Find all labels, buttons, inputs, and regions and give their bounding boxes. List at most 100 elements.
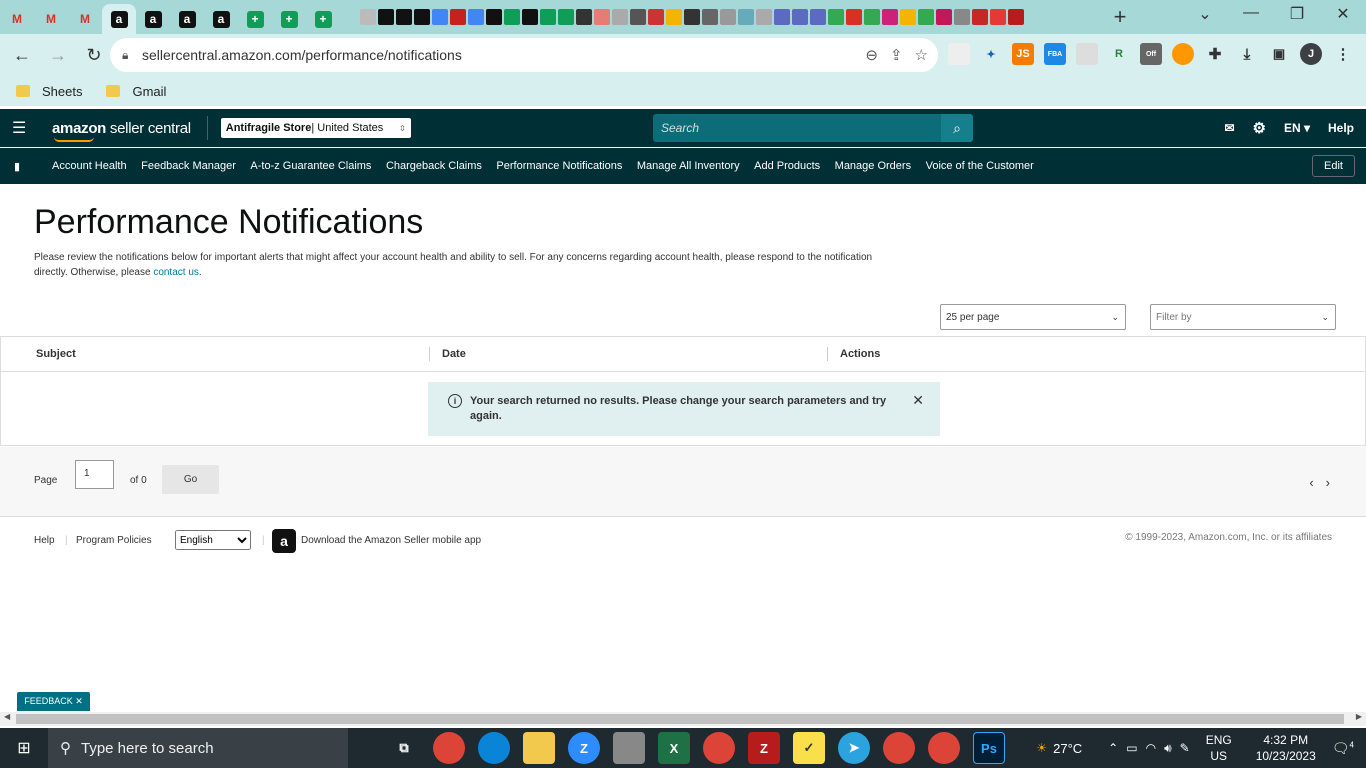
- filezilla-icon[interactable]: Z: [748, 732, 780, 764]
- zoom-app-icon[interactable]: Z: [568, 732, 600, 764]
- previous-page-icon[interactable]: ‹: [1309, 475, 1313, 490]
- edit-nav-button[interactable]: Edit: [1312, 155, 1355, 177]
- weather-temp[interactable]: 27°C: [1053, 741, 1082, 756]
- tab-gmail-2[interactable]: M: [34, 4, 68, 34]
- sticky-notes-icon[interactable]: ✓: [793, 732, 825, 764]
- language-selector[interactable]: EN ▾: [1284, 121, 1310, 135]
- star-icon[interactable]: ☆: [915, 46, 928, 64]
- extension-icon[interactable]: R: [1108, 43, 1130, 65]
- tab-gmail-1[interactable]: M: [0, 4, 34, 34]
- column-date[interactable]: Date: [442, 348, 466, 360]
- telegram-icon[interactable]: ➤: [838, 732, 870, 764]
- tab-amazon-3[interactable]: a: [170, 4, 204, 34]
- minimize-button[interactable]: —: [1236, 4, 1266, 22]
- extension-icon[interactable]: [1076, 43, 1098, 65]
- search-icon[interactable]: ⌕: [941, 114, 973, 142]
- tab-amazon-4[interactable]: a: [204, 4, 238, 34]
- url-text[interactable]: sellercentral.amazon.com/performance/not…: [142, 47, 462, 63]
- nav-add-products[interactable]: Add Products: [754, 160, 820, 172]
- scroll-left-icon[interactable]: ◀: [4, 712, 10, 721]
- tab-amazon-active[interactable]: a: [102, 4, 136, 34]
- restore-button[interactable]: ❐: [1282, 4, 1312, 24]
- scrollbar-thumb[interactable]: [16, 714, 1344, 724]
- back-arrow-icon[interactable]: ←: [6, 39, 38, 71]
- chrome-icon[interactable]: [433, 732, 465, 764]
- off-extension-icon[interactable]: Off: [1140, 43, 1162, 65]
- extension-icon[interactable]: ✦: [980, 43, 1002, 65]
- nav-performance-notifications[interactable]: Performance Notifications: [496, 160, 622, 172]
- nav-chargeback-claims[interactable]: Chargeback Claims: [386, 160, 482, 172]
- footer-language-select[interactable]: English: [175, 530, 251, 550]
- close-icon[interactable]: ✕: [912, 393, 924, 408]
- bookmark-sheets[interactable]: Sheets: [16, 84, 82, 99]
- language-indicator[interactable]: ENG US: [1206, 732, 1232, 764]
- chrome-icon[interactable]: [928, 732, 960, 764]
- nav-feedback-manager[interactable]: Feedback Manager: [141, 160, 236, 172]
- share-icon[interactable]: ⇪: [890, 46, 903, 64]
- footer-help-link[interactable]: Help: [34, 535, 55, 546]
- contact-us-link[interactable]: contact us: [153, 267, 199, 278]
- sidebar-icon[interactable]: ▣: [1268, 43, 1290, 65]
- chrome-icon[interactable]: [883, 732, 915, 764]
- help-link[interactable]: Help: [1328, 121, 1354, 135]
- show-hidden-icons-icon[interactable]: ⌃: [1108, 741, 1118, 755]
- seller-search-input[interactable]: Search: [653, 114, 941, 142]
- feedback-button[interactable]: FEEDBACK ✕: [17, 692, 90, 711]
- nav-manage-inventory[interactable]: Manage All Inventory: [637, 160, 740, 172]
- hamburger-menu-icon[interactable]: ☰: [12, 118, 32, 138]
- scroll-right-icon[interactable]: ▶: [1356, 712, 1362, 721]
- extension-icon[interactable]: [1172, 43, 1194, 65]
- mail-icon[interactable]: ✉: [1224, 121, 1234, 135]
- gear-icon[interactable]: ⚙: [1253, 119, 1266, 137]
- puzzle-icon[interactable]: ✚: [1204, 43, 1226, 65]
- reload-icon[interactable]: ↻: [78, 39, 110, 71]
- menu-dots-icon[interactable]: ⋮: [1332, 43, 1354, 65]
- filter-select[interactable]: Filter by ⌄: [1150, 304, 1336, 330]
- tab-gmail-3[interactable]: M: [68, 4, 102, 34]
- wifi-icon[interactable]: ◠: [1146, 741, 1156, 755]
- js-extension-icon[interactable]: JS: [1012, 43, 1034, 65]
- weather-icon[interactable]: ☀: [1036, 741, 1047, 755]
- address-bar[interactable]: 🔒︎ sellercentral.amazon.com/performance/…: [110, 38, 938, 72]
- download-app-link[interactable]: Download the Amazon Seller mobile app: [301, 535, 481, 546]
- go-button[interactable]: Go: [162, 465, 219, 494]
- pinned-tabs-favicons[interactable]: [360, 9, 1024, 25]
- taskbar-search-input[interactable]: ⚲ Type here to search: [48, 728, 348, 768]
- bookmark-icon[interactable]: ▮: [14, 160, 24, 173]
- tab-sheets-1[interactable]: +: [238, 4, 272, 34]
- nav-voice-of-customer[interactable]: Voice of the Customer: [926, 160, 1034, 172]
- task-view-icon[interactable]: ⧉: [388, 732, 420, 764]
- column-subject[interactable]: Subject: [36, 348, 76, 360]
- nav-manage-orders[interactable]: Manage Orders: [835, 160, 911, 172]
- new-tab-button[interactable]: +: [1108, 4, 1132, 30]
- edge-icon[interactable]: [478, 732, 510, 764]
- clock[interactable]: 4:32 PM 10/23/2023: [1256, 732, 1316, 764]
- amazon-app-icon[interactable]: a: [272, 529, 296, 553]
- nav-account-health[interactable]: Account Health: [52, 160, 127, 172]
- horizontal-scrollbar[interactable]: ◀ ▶: [0, 712, 1366, 726]
- nav-a-to-z-claims[interactable]: A-to-z Guarantee Claims: [250, 160, 371, 172]
- excel-icon[interactable]: X: [658, 732, 690, 764]
- windows-start-icon[interactable]: ⊞: [0, 728, 48, 768]
- close-window-button[interactable]: ✕: [1328, 4, 1358, 24]
- tab-sheets-2[interactable]: +: [272, 4, 306, 34]
- bookmark-gmail[interactable]: Gmail: [106, 84, 166, 99]
- chrome-icon[interactable]: [703, 732, 735, 764]
- tab-search-icon[interactable]: ⌄: [1190, 4, 1220, 24]
- calculator-icon[interactable]: [613, 732, 645, 764]
- volume-icon[interactable]: 🔊︎: [1164, 741, 1172, 756]
- photoshop-icon[interactable]: Ps: [973, 732, 1005, 764]
- extension-icon[interactable]: [948, 43, 970, 65]
- tab-sheets-3[interactable]: +: [306, 4, 340, 34]
- seller-central-logo[interactable]: amazon seller central: [52, 120, 191, 142]
- store-selector[interactable]: Antifragile Store | United States ⇳: [220, 118, 411, 138]
- profile-avatar[interactable]: J: [1300, 43, 1322, 65]
- program-policies-link[interactable]: Program Policies: [76, 535, 152, 546]
- battery-icon[interactable]: ▭: [1126, 741, 1137, 755]
- next-page-icon[interactable]: ›: [1326, 475, 1330, 490]
- page-number-input[interactable]: 1: [75, 460, 114, 489]
- download-icon[interactable]: ⤓: [1236, 43, 1258, 65]
- notifications-icon[interactable]: 🗨︎4: [1332, 740, 1354, 757]
- fba-extension-icon[interactable]: FBA: [1044, 43, 1066, 65]
- per-page-select[interactable]: 25 per page ⌄: [940, 304, 1126, 330]
